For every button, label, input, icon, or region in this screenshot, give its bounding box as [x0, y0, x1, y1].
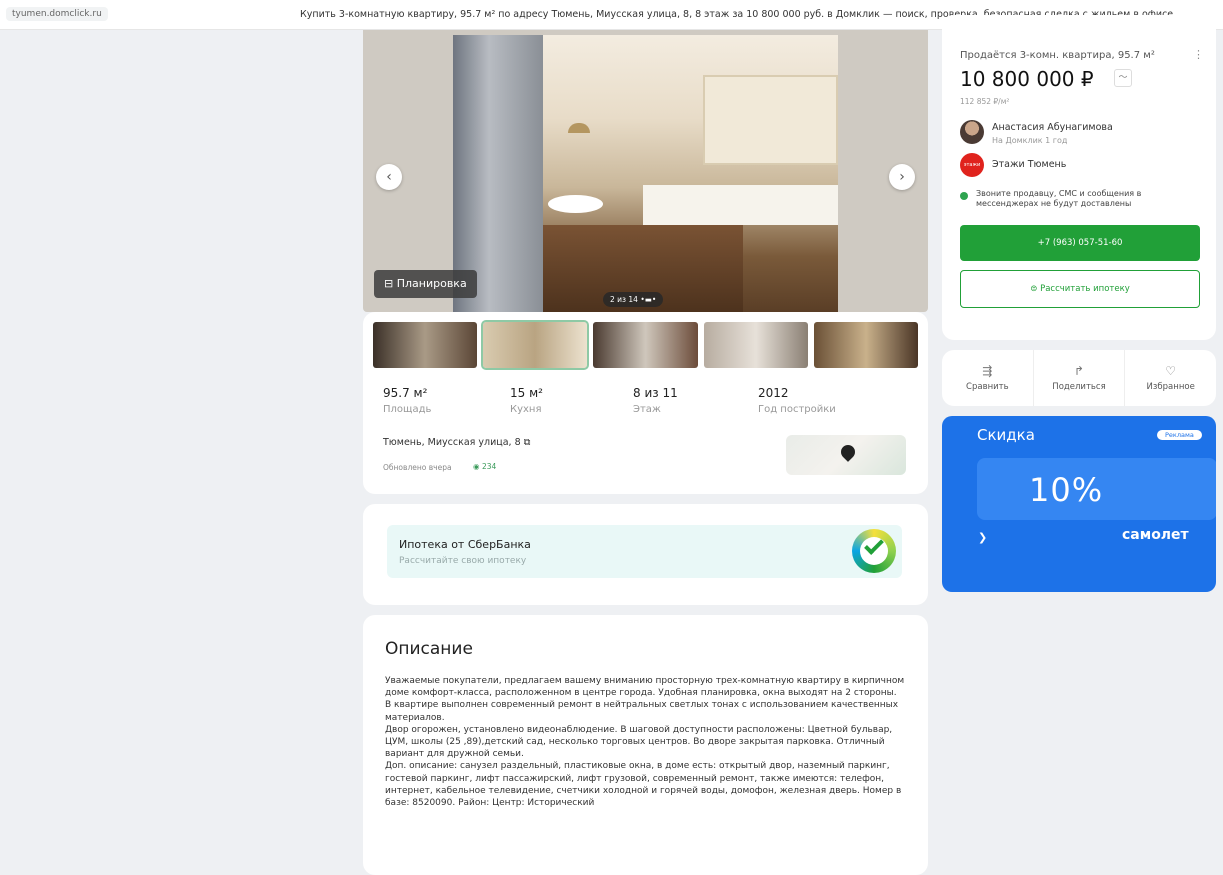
photo-lamp [568, 123, 590, 133]
gallery-next-button[interactable]: › [889, 164, 915, 190]
price-per-m2: 112 852 ₽/м² [960, 97, 1010, 106]
description-title: Описание [385, 639, 473, 659]
floor-plan-label: Планировка [396, 277, 467, 290]
offer-label: Продаётся 3-комн. квартира, 95.7 м² [960, 50, 1155, 61]
share-icon: ↱ [1073, 364, 1085, 378]
chevron-right-icon[interactable]: ❯ [978, 531, 987, 544]
stat-label: Этаж [633, 404, 661, 415]
favorite-label: Избранное [1146, 382, 1195, 392]
floor-plan-icon: ⊟ [384, 277, 397, 290]
sber-subtitle: Рассчитайте свою ипотеку [399, 556, 527, 566]
sber-title: Ипотека от СберБанка [399, 538, 531, 551]
thumbnail-selected[interactable] [481, 320, 590, 370]
agency-name[interactable]: Этажи Тюмень [992, 159, 1066, 170]
price-trend-icon[interactable]: 〜 [1114, 69, 1132, 87]
thumbnail[interactable] [373, 322, 478, 368]
description-paragraph: Уважаемые покупатели, предлагаем вашему … [385, 676, 905, 723]
views-count: ◉ 234 [473, 462, 496, 471]
stat-value: 95.7 м² [383, 386, 428, 400]
ad-discount: 10% [1029, 471, 1104, 509]
description-paragraph: Доп. описание: санузел раздельный, пласт… [385, 761, 902, 809]
stat-value: 15 м² [510, 386, 543, 400]
eye-icon: ◉ [473, 462, 482, 471]
thumbnail[interactable] [703, 322, 808, 368]
price-card: Продаётся 3-комн. квартира, 95.7 м² ⋮ 10… [942, 15, 1216, 340]
thumbnail[interactable] [813, 322, 919, 368]
thumbnail-strip [373, 320, 919, 370]
sber-mortgage-card: Ипотека от СберБанка Рассчитайте свою ип… [363, 504, 928, 605]
price: 10 800 000 ₽ [960, 67, 1094, 91]
url-chip[interactable]: tyumen.domclick.ru [6, 7, 108, 21]
map-pin-icon [838, 442, 858, 462]
heart-icon: ♡ [1165, 364, 1177, 378]
ad-tag: Реклама [1157, 430, 1202, 440]
stat-label: Площадь [383, 404, 432, 415]
shield-check-icon [960, 192, 968, 200]
description-paragraph: Двор огорожен, установлено видеонаблюден… [385, 724, 893, 760]
photo-counter-text: 2 из 14 [610, 295, 638, 304]
views-value: 234 [481, 462, 497, 471]
phone-button[interactable]: +7 (963) 057-51-60 [960, 225, 1200, 261]
more-menu-icon[interactable]: ⋮ [1193, 48, 1204, 61]
dots-indicator-icon: •▬• [640, 295, 657, 304]
ad-banner[interactable]: Скидка Реклама 10% ❯ самолет [942, 416, 1216, 592]
agent-since: На Домклик 1 год [992, 136, 1068, 145]
stat-kitchen: 15 м² Кухня [508, 386, 633, 415]
compare-icon: ⇶ [982, 364, 993, 378]
compare-label: Сравнить [966, 382, 1009, 392]
description-card: Описание Уважаемые покупатели, предлагае… [363, 615, 928, 875]
calculator-icon: ⊜ [1030, 284, 1041, 294]
photo-gallery[interactable]: ‹ › ⊟ Планировка 2 из 14 •▬• [363, 30, 928, 312]
photo-cabinets [703, 75, 838, 165]
map-preview[interactable] [786, 435, 906, 475]
description-body: Уважаемые покупатели, предлагаем вашему … [385, 675, 905, 809]
agent-avatar[interactable] [960, 120, 984, 144]
photo-counter [643, 185, 838, 225]
stat-value: 2012 [758, 386, 789, 400]
floor-plan-button[interactable]: ⊟ Планировка [374, 270, 477, 298]
stat-year: 2012 Год постройки [758, 386, 883, 415]
address: Тюмень, Миусская улица, 8 ⧉ [383, 437, 530, 448]
agent-name[interactable]: Анастасия Абунагимова [992, 122, 1113, 133]
gallery-prev-button[interactable]: ‹ [376, 164, 402, 190]
kitchen-photo[interactable] [453, 35, 838, 312]
stat-label: Год постройки [758, 404, 836, 415]
compare-button[interactable]: ⇶ Сравнить [942, 350, 1034, 406]
thumbnail[interactable] [593, 322, 698, 368]
stat-area: 95.7 м² Площадь [383, 386, 508, 415]
stat-value: 8 из 11 [633, 386, 678, 400]
ad-title: Скидка [977, 426, 1035, 444]
favorite-button[interactable]: ♡ Избранное [1125, 350, 1216, 406]
info-card: 95.7 м² Площадь 15 м² Кухня 8 из 11 Этаж 20… [363, 312, 928, 494]
sber-mortgage-banner[interactable]: Ипотека от СберБанка Рассчитайте свою ип… [387, 525, 902, 578]
stats-row: 95.7 м² Площадь 15 м² Кухня 8 из 11 Этаж 20… [383, 386, 903, 415]
photo-counter: 2 из 14 •▬• [603, 292, 664, 307]
copy-icon[interactable]: ⧉ [524, 437, 531, 448]
actions-card: ⇶ Сравнить ↱ Поделиться ♡ Избранное [942, 350, 1216, 406]
share-label: Поделиться [1052, 382, 1106, 392]
share-button[interactable]: ↱ Поделиться [1034, 350, 1126, 406]
stat-label: Кухня [510, 404, 542, 415]
updated-text: Обновлено вчера [383, 463, 452, 472]
address-text: Тюмень, Миусская улица, 8 [383, 437, 521, 448]
stat-floor: 8 из 11 Этаж [633, 386, 758, 415]
contact-notice: Звоните продавцу, СМС и сообщения в месс… [976, 189, 1142, 208]
photo-table [548, 195, 603, 213]
mortgage-button-label: Рассчитать ипотеку [1040, 284, 1130, 294]
ad-brand: самолет [1122, 527, 1189, 543]
calculate-mortgage-button[interactable]: ⊜ Рассчитать ипотеку [960, 270, 1200, 308]
agency-logo-icon[interactable]: этажи [960, 153, 984, 177]
